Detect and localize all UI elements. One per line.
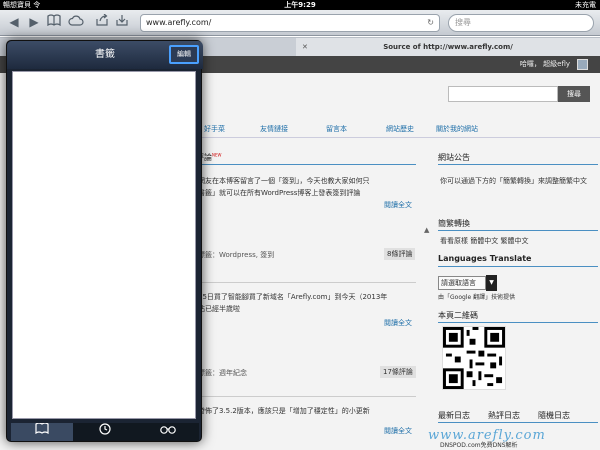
comment-count[interactable]: 17條評論 bbox=[380, 366, 416, 378]
battery-status: 未充電 bbox=[575, 1, 596, 9]
tab-source[interactable]: ✕ Source of http://www.arefly.com/ bbox=[296, 38, 600, 56]
post-tags[interactable]: 標籤：Wordpress, 簽到 bbox=[198, 250, 274, 260]
edit-button[interactable]: 編輯 bbox=[169, 45, 199, 64]
search-input[interactable]: 搜尋 bbox=[448, 14, 594, 32]
post-excerpt: 發佈了3.5.2版本，應該只是「增加了穩定性」的小更新 bbox=[198, 407, 370, 415]
scroll-up-icon[interactable]: ▲ bbox=[424, 226, 429, 234]
convert-title: 簡繁轉換 bbox=[438, 219, 470, 228]
address-bar[interactable]: www.arefly.com/ ↻ bbox=[140, 14, 440, 32]
announce-text: 你可以通過下方的「簡繁轉換」來調整簡繁中文 bbox=[440, 177, 587, 185]
share-icon[interactable] bbox=[94, 13, 110, 30]
tab-random-posts[interactable]: 隨機日志 bbox=[538, 410, 570, 421]
language-select[interactable]: 請選取語言 bbox=[438, 276, 486, 290]
bookmarks-icon bbox=[35, 422, 49, 437]
bookmarks-tabbar bbox=[11, 422, 199, 441]
reading-list-icon bbox=[160, 426, 176, 437]
post-excerpt: 書籤」就可以在所有WordPress博客上發表簽到評論 bbox=[198, 189, 361, 197]
browser-toolbar: ◀ ▶ www.arefly.com/ ↻ 搜尋 bbox=[0, 10, 600, 36]
reading-list-tab[interactable] bbox=[137, 423, 199, 441]
bookmarks-tab[interactable] bbox=[11, 422, 73, 441]
bookmarks-list[interactable] bbox=[12, 71, 196, 419]
reload-icon[interactable]: ↻ bbox=[427, 15, 434, 31]
tab-hot-posts[interactable]: 熱評日志 bbox=[488, 410, 520, 421]
announce-title: 網站公告 bbox=[438, 153, 470, 162]
chevron-down-icon[interactable]: ▼ bbox=[486, 275, 497, 291]
icloud-tabs-icon[interactable] bbox=[68, 14, 84, 30]
search-placeholder: 搜尋 bbox=[455, 18, 471, 27]
read-more-link[interactable]: 閱讀全文 bbox=[384, 200, 412, 210]
convert-links[interactable]: 看看原樣 簡體中文 繁體中文 bbox=[440, 236, 528, 247]
status-bar: 暢想寶貝 令 上午9:29 未充電 bbox=[0, 0, 600, 10]
translate-powered: 由「Google 翻譯」技術提供 bbox=[438, 294, 516, 301]
url-text: www.arefly.com/ bbox=[146, 18, 212, 27]
qr-code-image bbox=[442, 326, 506, 390]
clock: 上午9:29 bbox=[284, 1, 316, 9]
forward-icon[interactable]: ▶ bbox=[26, 14, 42, 30]
comment-count[interactable]: 8條評論 bbox=[384, 248, 416, 260]
bookmarks-popover: 書籤 編輯 bbox=[6, 40, 203, 442]
back-icon[interactable]: ◀ bbox=[6, 14, 22, 30]
tab-label: Source of http://www.arefly.com/ bbox=[383, 43, 513, 51]
read-more-link[interactable]: 閱讀全文 bbox=[384, 426, 412, 436]
tab-recent-posts[interactable]: 最新日志 bbox=[438, 410, 470, 421]
history-icon bbox=[99, 423, 111, 438]
qr-title: 本頁二維碼 bbox=[438, 311, 478, 320]
close-icon[interactable]: ✕ bbox=[302, 38, 308, 56]
bookmarks-icon[interactable] bbox=[46, 14, 62, 30]
post-excerpt: 站已經半歲啦 bbox=[198, 305, 240, 313]
watermark-text: www.arefly.com bbox=[428, 428, 546, 443]
post-excerpt: 網友在本博客留言了一個「簽到」，今天也教大家如何只 bbox=[198, 177, 370, 185]
read-more-link[interactable]: 閱讀全文 bbox=[384, 318, 412, 328]
download-icon[interactable] bbox=[114, 14, 130, 30]
post-tags[interactable]: 標籤：週年紀念 bbox=[198, 368, 247, 378]
bookmarks-header: 書籤 編輯 bbox=[7, 41, 203, 69]
history-tab[interactable] bbox=[74, 423, 136, 441]
post-excerpt: 25日買了智能腳買了新域名「Arefly.com」到今天（2013年 bbox=[198, 293, 388, 301]
translate-title: Languages Translate bbox=[438, 254, 532, 263]
